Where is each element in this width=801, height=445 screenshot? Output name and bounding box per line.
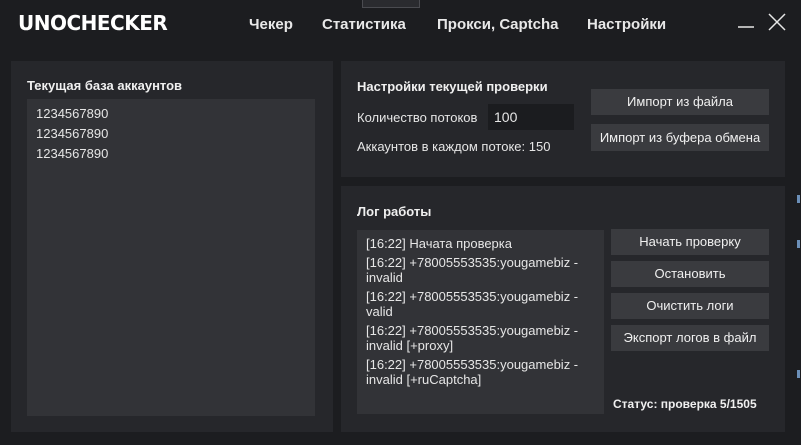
nav-proxy-captcha[interactable]: Прокси, Captcha <box>437 16 559 33</box>
log-entry: [16:22] +78005553535:yougamebiz - invali… <box>366 323 579 353</box>
import-clipboard-button[interactable]: Импорт из буфера обмена <box>591 124 769 151</box>
per-thread-label: Аккаунтов в каждом потоке: 150 <box>357 139 551 154</box>
log-area[interactable]: [16:22] Начата проверка [16:22] +78005553… <box>357 230 604 414</box>
export-logs-button[interactable]: Экспорт логов в файл <box>611 325 769 351</box>
log-entry: [16:22] +78005553535:yougamebiz - invali… <box>366 357 579 387</box>
accounts-list: 1234567890 1234567890 1234567890 <box>27 99 315 164</box>
background-window-edge <box>797 240 800 248</box>
settings-panel-title: Настройки текущей проверки <box>357 79 548 94</box>
close-icon[interactable] <box>767 12 787 32</box>
nav-settings[interactable]: Настройки <box>587 16 666 33</box>
account-line: 1234567890 <box>36 106 109 121</box>
nav-statistics[interactable]: Статистика <box>322 16 406 33</box>
nav-checker[interactable]: Чекер <box>249 16 293 33</box>
background-window-edge <box>797 370 800 378</box>
minimize-icon[interactable] <box>736 12 756 32</box>
log-entry: [16:22] Начата проверка <box>366 236 512 251</box>
title-bar: UNOCHECKER Чекер Статистика Прокси, Capt… <box>0 0 801 48</box>
account-line: 1234567890 <box>36 126 109 141</box>
log-panel-title: Лог работы <box>357 204 432 219</box>
accounts-textarea[interactable]: 1234567890 1234567890 1234567890 <box>27 99 315 416</box>
clear-logs-button[interactable]: Очистить логи <box>611 293 769 319</box>
account-line: 1234567890 <box>36 146 109 161</box>
log-entry: [16:22] +78005553535:yougamebiz - valid <box>366 289 579 319</box>
threads-label: Количество потоков <box>357 110 478 125</box>
drag-handle[interactable] <box>362 0 420 8</box>
app-logo: UNOCHECKER <box>18 11 168 35</box>
import-file-button[interactable]: Импорт из файла <box>591 89 769 115</box>
threads-input[interactable]: 100 <box>488 104 574 130</box>
accounts-panel-title: Текущая база аккаунтов <box>27 78 183 93</box>
status-text: Статус: проверка 5/1505 <box>613 397 757 411</box>
log-list: [16:22] Начата проверка [16:22] +78005553… <box>357 230 604 388</box>
stop-button[interactable]: Остановить <box>611 261 769 287</box>
log-entry: [16:22] +78005553535:yougamebiz - invali… <box>366 255 579 285</box>
start-check-button[interactable]: Начать проверку <box>611 229 769 255</box>
background-window-edge <box>797 195 800 203</box>
